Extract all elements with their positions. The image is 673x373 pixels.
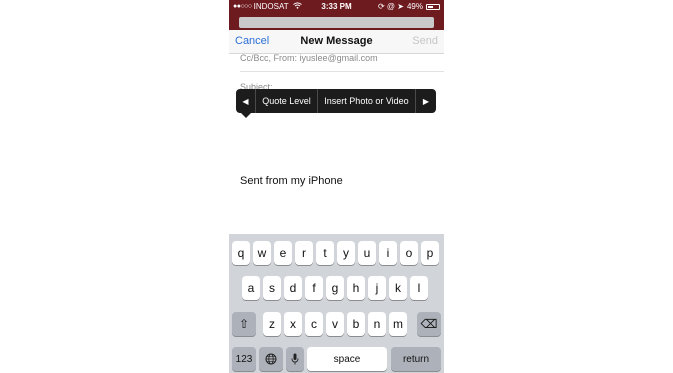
battery-fill: [428, 6, 433, 8]
header-band-inner: [239, 17, 434, 28]
key-a[interactable]: a: [242, 276, 260, 300]
space-key[interactable]: space: [307, 347, 387, 371]
key-l[interactable]: l: [410, 276, 428, 300]
key-m[interactable]: m: [389, 312, 407, 336]
phone-screen: ●●○○○ INDOSAT 3:33 PM ⟳ @ ➤ 49% Cancel N…: [229, 0, 444, 373]
quote-level-menu-item[interactable]: Quote Level: [256, 89, 318, 113]
status-bar: ●●○○○ INDOSAT 3:33 PM ⟳ @ ➤ 49%: [229, 0, 444, 14]
message-signature[interactable]: Sent from my iPhone: [240, 175, 343, 187]
menu-prev-button[interactable]: ◀: [236, 89, 256, 113]
key-e[interactable]: e: [274, 241, 292, 265]
key-f[interactable]: f: [305, 276, 323, 300]
insert-photo-menu-item[interactable]: Insert Photo or Video: [318, 89, 416, 113]
key-q[interactable]: q: [232, 241, 250, 265]
key-h[interactable]: h: [347, 276, 365, 300]
key-i[interactable]: i: [379, 241, 397, 265]
key-t[interactable]: t: [316, 241, 334, 265]
key-z[interactable]: z: [263, 312, 281, 336]
key-v[interactable]: v: [326, 312, 344, 336]
key-x[interactable]: x: [284, 312, 302, 336]
delete-key[interactable]: ⌫: [417, 312, 441, 336]
status-right: ⟳ @ ➤ 49%: [378, 0, 440, 14]
key-c[interactable]: c: [305, 312, 323, 336]
return-key[interactable]: return: [391, 347, 441, 371]
key-b[interactable]: b: [347, 312, 365, 336]
keyboard: q w e r t y u i o p a s d f g h j k l ⇧ …: [229, 234, 444, 373]
battery-icon: [426, 4, 440, 10]
key-p[interactable]: p: [421, 241, 439, 265]
popup-pointer: [241, 113, 251, 118]
key-s[interactable]: s: [263, 276, 281, 300]
keyboard-row-3: ⇧ z x c v b n m ⌫: [229, 312, 444, 336]
key-w[interactable]: w: [253, 241, 271, 265]
key-g[interactable]: g: [326, 276, 344, 300]
send-button[interactable]: Send: [412, 35, 438, 47]
menu-next-button[interactable]: ▶: [416, 89, 436, 113]
nav-bar: Cancel New Message Send: [229, 30, 444, 54]
globe-icon[interactable]: [259, 347, 283, 371]
key-j[interactable]: j: [368, 276, 386, 300]
key-d[interactable]: d: [284, 276, 302, 300]
key-r[interactable]: r: [295, 241, 313, 265]
key-n[interactable]: n: [368, 312, 386, 336]
edit-menu-popup: ◀ Quote Level Insert Photo or Video ▶: [236, 89, 436, 113]
key-k[interactable]: k: [389, 276, 407, 300]
status-icons: ⟳ @ ➤: [378, 2, 404, 11]
battery-percent: 49%: [406, 2, 423, 11]
key-y[interactable]: y: [337, 241, 355, 265]
microphone-icon[interactable]: [286, 347, 304, 371]
shift-key[interactable]: ⇧: [232, 312, 256, 336]
cc-bcc-from-field[interactable]: Cc/Bcc, From: iyuslee@gmail.com: [240, 53, 444, 72]
keyboard-row-4: 123 space return: [229, 347, 444, 371]
keyboard-row-1: q w e r t y u i o p: [229, 241, 444, 265]
keyboard-row-2: a s d f g h j k l: [229, 276, 444, 300]
key-u[interactable]: u: [358, 241, 376, 265]
numbers-key[interactable]: 123: [232, 347, 256, 371]
key-o[interactable]: o: [400, 241, 418, 265]
header-band: [229, 14, 444, 30]
